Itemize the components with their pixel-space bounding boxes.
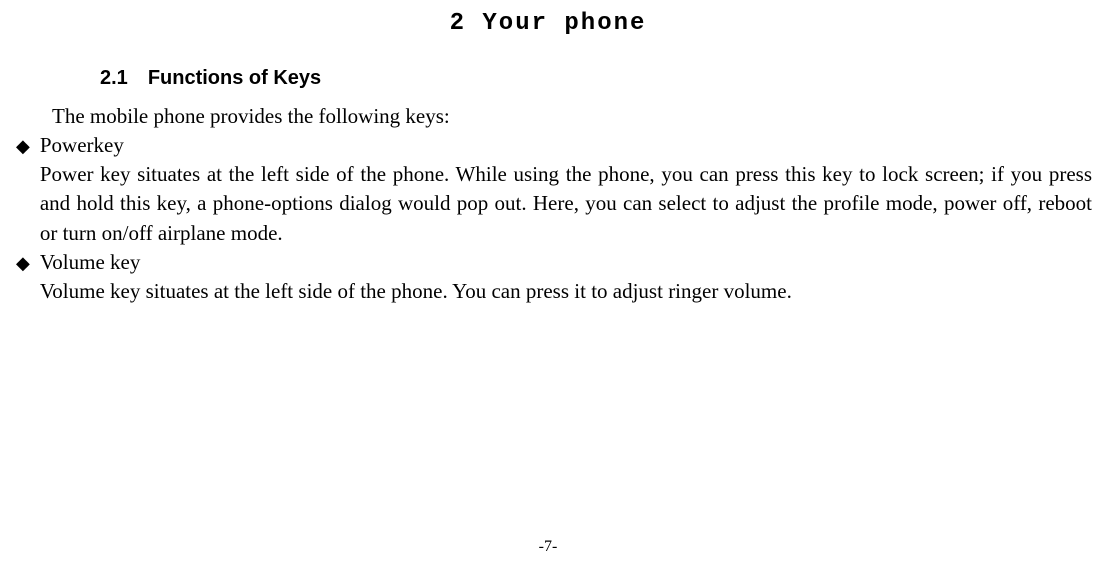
document-page: 2 Your phone 2.1 Functions of Keys The mo… bbox=[0, 10, 1096, 564]
bullet-description: Volume key situates at the left side of … bbox=[40, 277, 1092, 306]
section-title: Functions of Keys bbox=[148, 67, 321, 89]
page-number: -7- bbox=[539, 538, 558, 556]
section-number: 2.1 bbox=[100, 67, 128, 89]
bullet-title: Powerkey bbox=[40, 133, 1092, 158]
bullet-description: Power key situates at the left side of t… bbox=[40, 160, 1092, 248]
list-item: ◆ Powerkey Power key situates at the lef… bbox=[16, 133, 1096, 248]
section-heading: 2.1 Functions of Keys bbox=[100, 67, 1096, 90]
chapter-title: 2 Your phone bbox=[0, 10, 1096, 37]
list-item: ◆ Volume key Volume key situates at the … bbox=[16, 250, 1096, 306]
bullet-title: Volume key bbox=[40, 250, 1092, 275]
intro-text: The mobile phone provides the following … bbox=[52, 104, 1096, 129]
bullet-content: Powerkey Power key situates at the left … bbox=[40, 133, 1096, 248]
bullet-content: Volume key Volume key situates at the le… bbox=[40, 250, 1096, 306]
diamond-bullet-icon: ◆ bbox=[16, 136, 30, 248]
diamond-bullet-icon: ◆ bbox=[16, 253, 30, 306]
